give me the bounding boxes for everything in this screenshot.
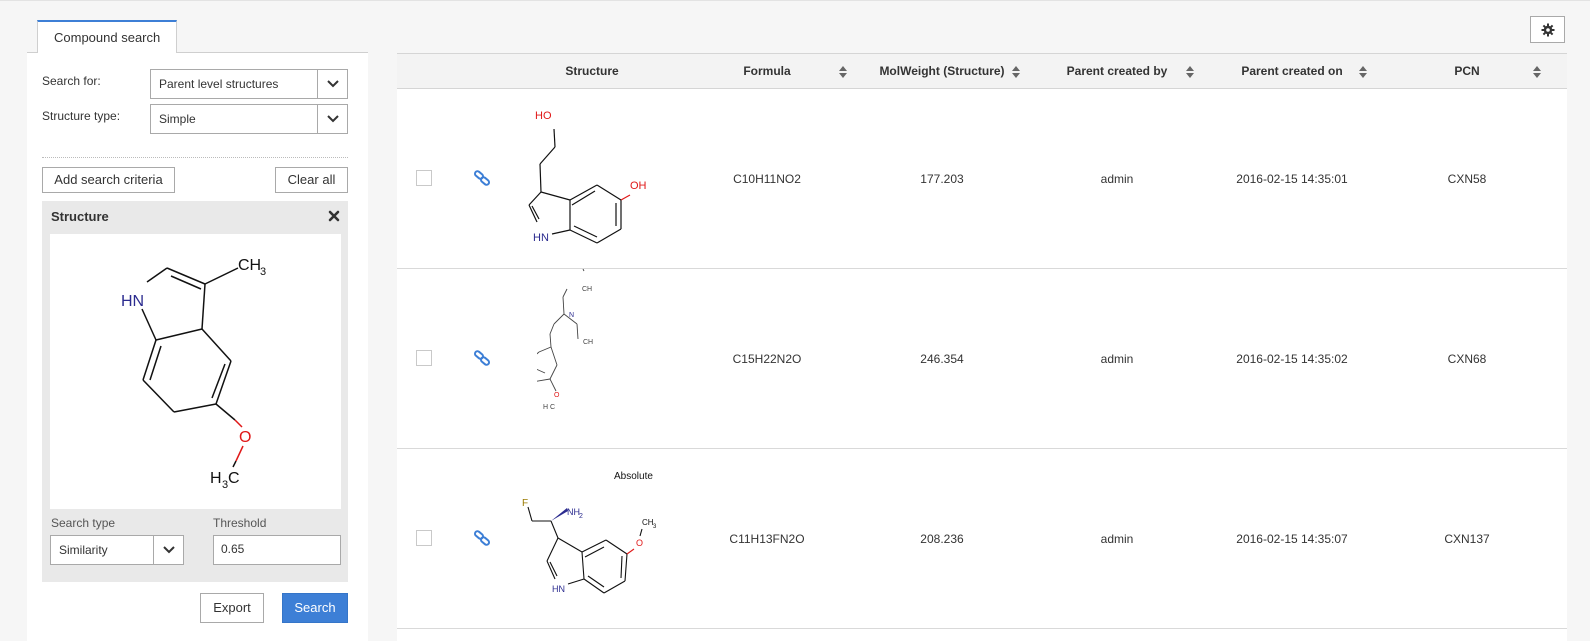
link-icon[interactable]	[473, 349, 491, 367]
grid-header: Structure Formula MolWeight (Structure) …	[397, 54, 1567, 89]
atom-ch-bot: CH	[583, 339, 593, 346]
structure-type-select[interactable]: Simple	[150, 104, 348, 134]
cell-created-by: admin	[1100, 532, 1134, 546]
search-type-value: Similarity	[59, 543, 108, 557]
tab-compound-search[interactable]: Compound search	[37, 20, 178, 54]
col-formula[interactable]: Formula	[707, 54, 827, 89]
link-icon[interactable]	[473, 529, 491, 547]
search-button[interactable]: Search	[282, 593, 348, 623]
compound-search-panel: Compound search Search for: Parent level…	[27, 18, 368, 641]
threshold-input[interactable]: 0.65	[213, 535, 341, 565]
settings-button[interactable]	[1530, 16, 1565, 43]
search-for-select[interactable]: Parent level structures	[150, 69, 348, 99]
atom-ch3: CH	[642, 518, 654, 527]
atom-f: F	[522, 498, 528, 509]
table-row: CH N CH HN O H C C15H22N2O 246.354 admin…	[397, 269, 1567, 449]
search-type-label: Search type	[51, 516, 116, 530]
structure-type-value: Simple	[159, 112, 196, 126]
search-for-label: Search for:	[42, 74, 101, 88]
col-created-by[interactable]: Parent created by	[1047, 54, 1187, 89]
atom-o: O	[636, 538, 643, 548]
absolute-label: Absolute	[614, 471, 653, 482]
link-icon[interactable]	[473, 169, 491, 187]
search-type-select[interactable]: Similarity	[50, 535, 184, 565]
search-form: Search for: Parent level structures Stru…	[27, 53, 368, 641]
atom-ch3-sub: 3	[260, 266, 266, 278]
col-structure[interactable]: Structure	[527, 54, 657, 89]
table-row: HO OH HN C10H11NO2 177.203 admin 2016-02…	[397, 89, 1567, 269]
col-molweight[interactable]: MolWeight (Structure)	[867, 54, 1017, 89]
atom-hc: H C	[543, 404, 555, 411]
sort-icon[interactable]	[1012, 66, 1020, 78]
atom-oh: OH	[630, 180, 647, 192]
threshold-label: Threshold	[213, 516, 267, 530]
export-button[interactable]: Export	[200, 593, 264, 623]
cell-created-on: 2016-02-15 14:35:01	[1236, 172, 1348, 186]
sort-icon[interactable]	[1533, 66, 1541, 78]
close-icon[interactable]	[328, 210, 340, 222]
atom-o: O	[239, 429, 251, 446]
structure-type-label: Structure type:	[42, 109, 121, 123]
sort-icon[interactable]	[839, 66, 847, 78]
structure-image[interactable]: Absolute F NH 2 CH 3 O HN	[512, 449, 672, 629]
atom-ch-top: CH	[582, 286, 592, 293]
chevron-down-icon[interactable]	[317, 70, 347, 98]
atom-nh: HN	[121, 293, 144, 310]
chevron-down-icon[interactable]	[153, 536, 183, 564]
criteria-title: Structure	[51, 209, 109, 224]
query-molecule: HN CH 3 O H 3 C	[121, 257, 266, 491]
tab-strip: Compound search	[27, 18, 368, 54]
chevron-down-icon[interactable]	[317, 105, 347, 133]
cell-created-on: 2016-02-15 14:35:07	[1236, 532, 1348, 546]
col-pcn[interactable]: PCN	[1417, 54, 1517, 89]
cell-molweight: 177.203	[920, 172, 964, 186]
atom-h3c-c: C	[228, 470, 240, 487]
structure-criteria: Structure HN CH 3 O H 3 C Search type Th…	[42, 201, 348, 582]
table-row: Absolute F NH 2 CH 3 O HN C11H13FN2O 208…	[397, 449, 1567, 629]
separator	[42, 157, 348, 158]
cell-created-by: admin	[1100, 172, 1134, 186]
row-checkbox[interactable]	[416, 170, 432, 186]
structure-image[interactable]: CH N CH HN O H C	[537, 269, 657, 449]
cell-formula: C10H11NO2	[733, 172, 801, 186]
add-search-criteria-button[interactable]: Add search criteria	[42, 167, 175, 193]
row-checkbox[interactable]	[416, 530, 432, 546]
atom-o: O	[554, 392, 560, 399]
cell-created-by: admin	[1100, 352, 1134, 366]
cell-created-on: 2016-02-15 14:35:02	[1236, 352, 1348, 366]
atom-hn: HN	[552, 584, 565, 594]
atom-ch3-sub: 3	[653, 524, 657, 530]
row-checkbox[interactable]	[416, 350, 432, 366]
clear-all-button[interactable]: Clear all	[275, 167, 348, 193]
col-created-on[interactable]: Parent created on	[1217, 54, 1367, 89]
cell-pcn: CXN58	[1447, 172, 1487, 186]
cell-formula: C15H22N2O	[732, 352, 802, 366]
cell-formula: C11H13FN2O	[729, 532, 805, 546]
atom-ho: HO	[535, 110, 552, 122]
structure-image[interactable]: HO OH HN	[517, 89, 677, 269]
top-divider	[0, 0, 1590, 1]
structure-editor[interactable]: HN CH 3 O H 3 C	[50, 234, 341, 509]
results-grid: Structure Formula MolWeight (Structure) …	[397, 53, 1567, 641]
search-for-value: Parent level structures	[159, 77, 279, 91]
sort-icon[interactable]	[1186, 66, 1194, 78]
cell-pcn: CXN137	[1444, 532, 1490, 546]
gear-icon	[1541, 23, 1554, 36]
atom-nh2-sub: 2	[579, 513, 583, 520]
atom-n: N	[569, 312, 574, 319]
atom-ch3: CH	[238, 257, 261, 274]
atom-hn: HN	[533, 232, 549, 244]
sort-icon[interactable]	[1359, 66, 1367, 78]
cell-molweight: 246.354	[920, 352, 964, 366]
atom-h3c-h: H	[210, 470, 222, 487]
cell-pcn: CXN68	[1447, 352, 1487, 366]
cell-molweight: 208.236	[920, 532, 964, 546]
